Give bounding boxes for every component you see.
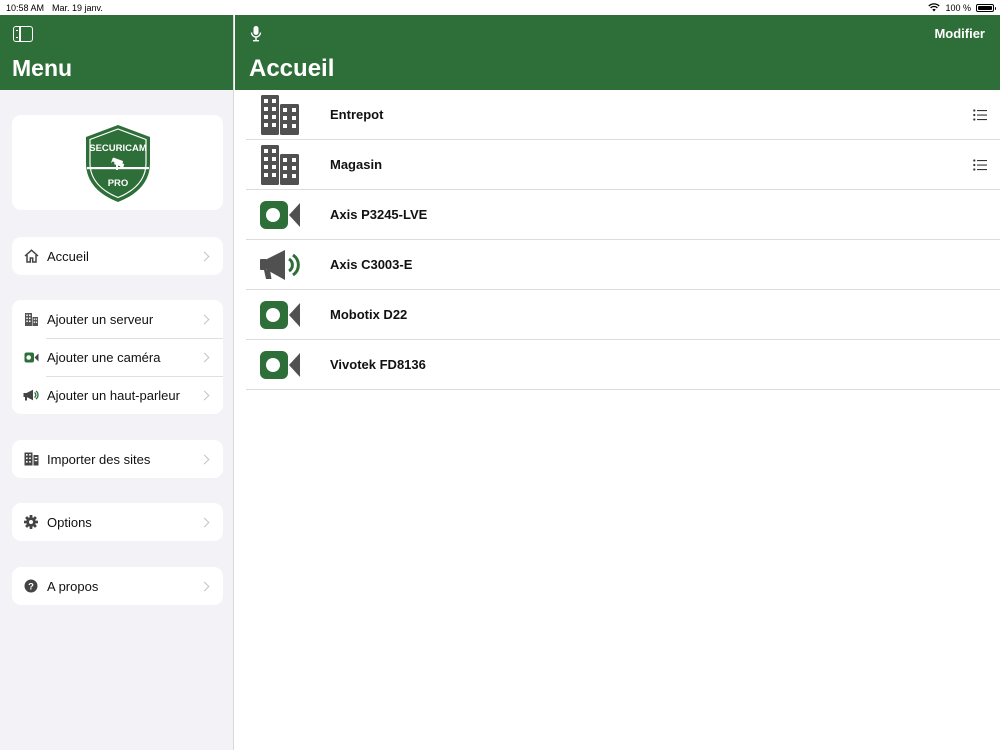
building-icon (258, 93, 302, 137)
sidebar: Menu SECURICAM PRO Accueil Ajouter un se… (0, 15, 234, 750)
menu-item-add-speaker[interactable]: Ajouter un haut-parleur (12, 376, 223, 414)
menu-item-label: A propos (47, 578, 99, 594)
chevron-right-icon (199, 314, 210, 324)
status-bar: 10:58 AM Mar. 19 janv. 100 % (0, 0, 1000, 15)
menu-item-add-server[interactable]: Ajouter un serveur (12, 300, 223, 338)
list-item-mobotix-d22[interactable]: Mobotix D22 (246, 290, 1000, 340)
site-device-list: Entrepot Magasin Axis P3245-LVE Axis C30… (246, 90, 1000, 390)
menu-item-label: Importer des sites (47, 451, 151, 467)
video-camera-icon (258, 293, 302, 337)
main-header: Modifier Accueil (235, 15, 1000, 90)
megaphone-icon (23, 387, 39, 403)
menu-group-about: ? A propos (12, 567, 223, 605)
menu-group-add: Ajouter un serveur Ajouter une caméra Aj… (12, 300, 223, 414)
logo-bottom-text: PRO (107, 178, 128, 189)
menu-item-label: Ajouter un haut-parleur (47, 387, 180, 403)
video-camera-icon (258, 193, 302, 237)
menu-item-add-camera[interactable]: Ajouter une caméra (12, 338, 223, 376)
page-title: Accueil (249, 55, 335, 82)
chevron-right-icon (199, 251, 210, 261)
list-item-axis-p3245[interactable]: Axis P3245-LVE (246, 190, 1000, 240)
logo-card: SECURICAM PRO (12, 115, 223, 210)
chevron-right-icon (199, 517, 210, 527)
chevron-right-icon (199, 352, 210, 362)
microphone-icon[interactable] (249, 25, 263, 43)
sidebar-title: Menu (12, 55, 73, 81)
menu-group-home: Accueil (12, 237, 223, 275)
import-sites-icon (23, 451, 39, 467)
menu-item-import-sites[interactable]: Importer des sites (12, 440, 223, 478)
gear-icon (23, 514, 39, 530)
wifi-icon (928, 3, 941, 12)
chevron-right-icon (199, 390, 210, 400)
menu-item-label: Ajouter une caméra (47, 349, 161, 365)
list-item-label: Magasin (330, 157, 383, 172)
chevron-right-icon (199, 581, 210, 591)
question-icon: ? (23, 578, 39, 594)
megaphone-icon (258, 243, 302, 287)
list-item-label: Axis C3003-E (330, 257, 413, 272)
svg-text:?: ? (28, 582, 34, 593)
status-date: Mar. 19 janv. (52, 2, 103, 13)
battery-percent: 100 % (945, 2, 971, 13)
battery-icon (976, 3, 996, 12)
list-item-axis-c3003[interactable]: Axis C3003-E (246, 240, 1000, 290)
home-icon (23, 248, 39, 264)
menu-item-label: Options (47, 514, 92, 530)
list-item-magasin[interactable]: Magasin (246, 140, 1000, 190)
list-item-vivotek-fd8136[interactable]: Vivotek FD8136 (246, 340, 1000, 390)
menu-item-label: Ajouter un serveur (47, 311, 154, 327)
list-item-label: Axis P3245-LVE (330, 207, 428, 222)
sidebar-toggle-icon[interactable] (13, 26, 33, 42)
list-item-entrepot[interactable]: Entrepot (246, 90, 1000, 140)
menu-item-about[interactable]: ? A propos (12, 567, 223, 605)
camera-icon (23, 349, 39, 365)
main-panel: Modifier Accueil Entrepot Magasin Axis P… (235, 15, 1000, 750)
menu-group-options: Options (12, 503, 223, 541)
list-item-label: Mobotix D22 (330, 307, 408, 322)
edit-button[interactable]: Modifier (934, 26, 985, 41)
menu-item-label: Accueil (47, 248, 89, 264)
building-icon (23, 311, 39, 327)
menu-group-import: Importer des sites (12, 440, 223, 478)
sidebar-header: Menu (0, 15, 233, 90)
list-bullets-icon[interactable] (973, 158, 987, 171)
status-time: 10:58 AM (6, 2, 45, 13)
securicam-shield-logo: SECURICAM PRO (85, 124, 150, 202)
menu-item-options[interactable]: Options (12, 503, 223, 541)
building-icon (258, 143, 302, 187)
list-item-label: Entrepot (330, 107, 384, 122)
logo-top-text: SECURICAM (89, 143, 147, 154)
menu-item-accueil[interactable]: Accueil (12, 237, 223, 275)
list-bullets-icon[interactable] (973, 108, 987, 121)
video-camera-icon (258, 343, 302, 387)
chevron-right-icon (199, 454, 210, 464)
list-item-label: Vivotek FD8136 (330, 357, 426, 372)
